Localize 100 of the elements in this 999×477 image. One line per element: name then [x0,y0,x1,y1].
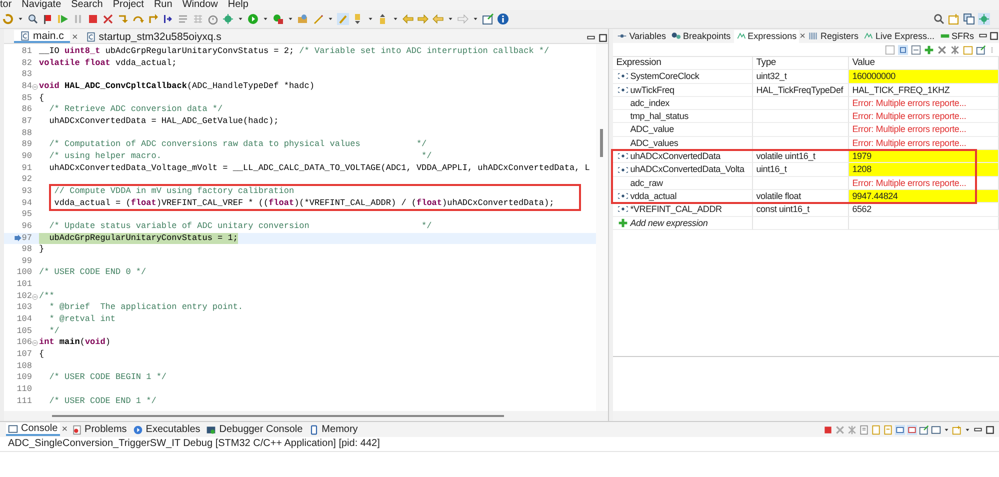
flag-icon[interactable] [42,13,54,25]
close-icon[interactable]: × [62,424,68,435]
table-cell: 1208 [849,163,999,177]
line-number: 102 [16,290,32,302]
maximize-icon[interactable] [598,33,608,43]
magnifier-icon[interactable] [27,13,39,25]
remove-all-icon[interactable] [847,424,857,434]
remove-all-icon[interactable] [950,44,960,54]
stop-icon[interactable] [87,13,99,25]
show-error-icon[interactable] [907,424,917,434]
tab[interactable]: Live Express... [861,30,936,42]
expression-name: *VREFINT_CAL_ADDR [630,203,722,216]
tab[interactable]: Memory [306,423,360,436]
step-into-icon[interactable] [117,13,129,25]
collapse-icon[interactable] [32,294,38,300]
add-icon[interactable] [618,218,628,228]
clear-console-icon[interactable] [859,424,869,434]
add-icon[interactable] [924,44,934,54]
menu-item[interactable]: Help [228,0,248,10]
line-number: 90 [22,150,32,163]
add-expression-link[interactable]: Add new expression [630,216,708,229]
info-icon[interactable] [497,13,509,25]
line-number: 99 [22,256,32,268]
column-header[interactable]: Type [756,57,776,70]
variable-icon [618,84,628,95]
code-line: */ [48,326,60,338]
perspective-icon[interactable] [963,13,975,25]
remove-icon[interactable] [937,44,947,54]
column-header[interactable]: Value [852,57,875,70]
instruction-step-icon[interactable] [162,13,174,25]
line-number: 107 [16,349,32,361]
select-all-icon[interactable] [898,44,908,54]
collapse-icon[interactable] [911,44,921,54]
search-icon[interactable] [933,13,945,25]
forward-edit-icon[interactable] [417,13,429,25]
menu-item[interactable]: Navigate [22,0,62,10]
line-number: 103 [16,302,32,314]
menu-item[interactable]: tor [0,0,12,10]
show-output-icon[interactable] [895,424,905,434]
scrollbar[interactable] [600,129,604,157]
expression-name: uhADCxConvertedData [630,150,720,162]
line-number: 86 [22,104,32,116]
console-tab-icon [8,424,18,434]
tab[interactable]: Registers [806,30,860,42]
pin-console-icon[interactable] [919,424,929,434]
display-console-icon[interactable] [931,424,941,434]
export-icon[interactable] [976,44,986,54]
timer-icon[interactable] [207,13,219,25]
column-header[interactable]: Expression [616,57,662,70]
table-cell: HAL_TICK_FREQ_1KHZ [849,84,999,97]
expression-name: SystemCoreClock [630,70,700,83]
tab[interactable]: Variables [615,30,668,42]
external-tools-icon[interactable] [272,13,284,25]
close-icon[interactable]: × [800,30,806,42]
tab[interactable]: Executables [130,423,202,436]
code-line: uhADCxConvertedData_Voltage_mVolt = __LL_ADC_CALC_DATA_TO_VOLTAGE(ADC1, VDDA_APPLI, uhADCxConvertedData, L [48,162,590,174]
expression-name: ADC_values [630,136,678,150]
code-line: /* USER CODE BEGIN 1 */ [48,372,167,384]
breakpoints-tab-icon [671,31,682,41]
variable-icon [618,204,628,214]
tab[interactable]: Breakpoints [669,30,733,42]
code-line: * @retval int [48,314,116,326]
line-number: 85 [22,92,32,104]
code-line: uhADCxConvertedData = HAL_ADC_GetValue(hadc); [48,116,279,128]
tab[interactable]: SFRs [938,30,976,42]
remove-launch-icon[interactable] [835,424,845,434]
menu-item[interactable]: Search [71,0,103,10]
terminate-icon[interactable] [823,424,833,434]
tab[interactable]: main.c [14,30,70,43]
maximize-icon[interactable] [989,31,999,41]
close-icon[interactable]: × [72,32,78,43]
collapse-icon[interactable] [32,340,38,346]
code-line: /* USER CODE END 1 */ [48,396,156,408]
tab[interactable]: startup_stm32u585oiyxq.s [80,30,228,43]
line-number: 91 [22,162,32,174]
new-window-icon[interactable] [963,44,973,54]
scrollbar[interactable] [52,415,504,417]
menu-item[interactable]: Window [182,0,218,10]
menu-item[interactable]: Run [154,0,172,10]
tab[interactable]: Problems [70,423,129,436]
expression-name: vdda_actual [630,190,677,202]
live-expressions-tab-icon [863,31,874,41]
tab[interactable]: Console [6,423,60,436]
code-line: volatile float vdda_actual; [39,58,177,70]
scrollbar[interactable] [613,411,999,421]
table-cell: 1979 [849,150,999,164]
code-line: // Compute VDDA in mV using factory calibration [53,186,294,198]
maximize-icon[interactable] [985,424,995,434]
collapse-all-icon[interactable] [885,44,895,54]
tab[interactable]: Debugger Console [204,423,305,436]
line-number: 93 [22,186,32,198]
code-line: /* Retrieve ADC conversion data */ [48,104,223,116]
step-over-icon[interactable] [132,13,144,25]
collapse-icon[interactable] [32,84,38,90]
word-wrap-icon[interactable] [883,424,893,434]
disconnect-icon[interactable] [102,13,114,25]
menu-item[interactable]: Project [112,0,144,10]
scroll-lock-icon[interactable] [871,424,881,434]
tab[interactable]: Expressions [734,30,799,42]
line-number: 97 [22,232,32,244]
